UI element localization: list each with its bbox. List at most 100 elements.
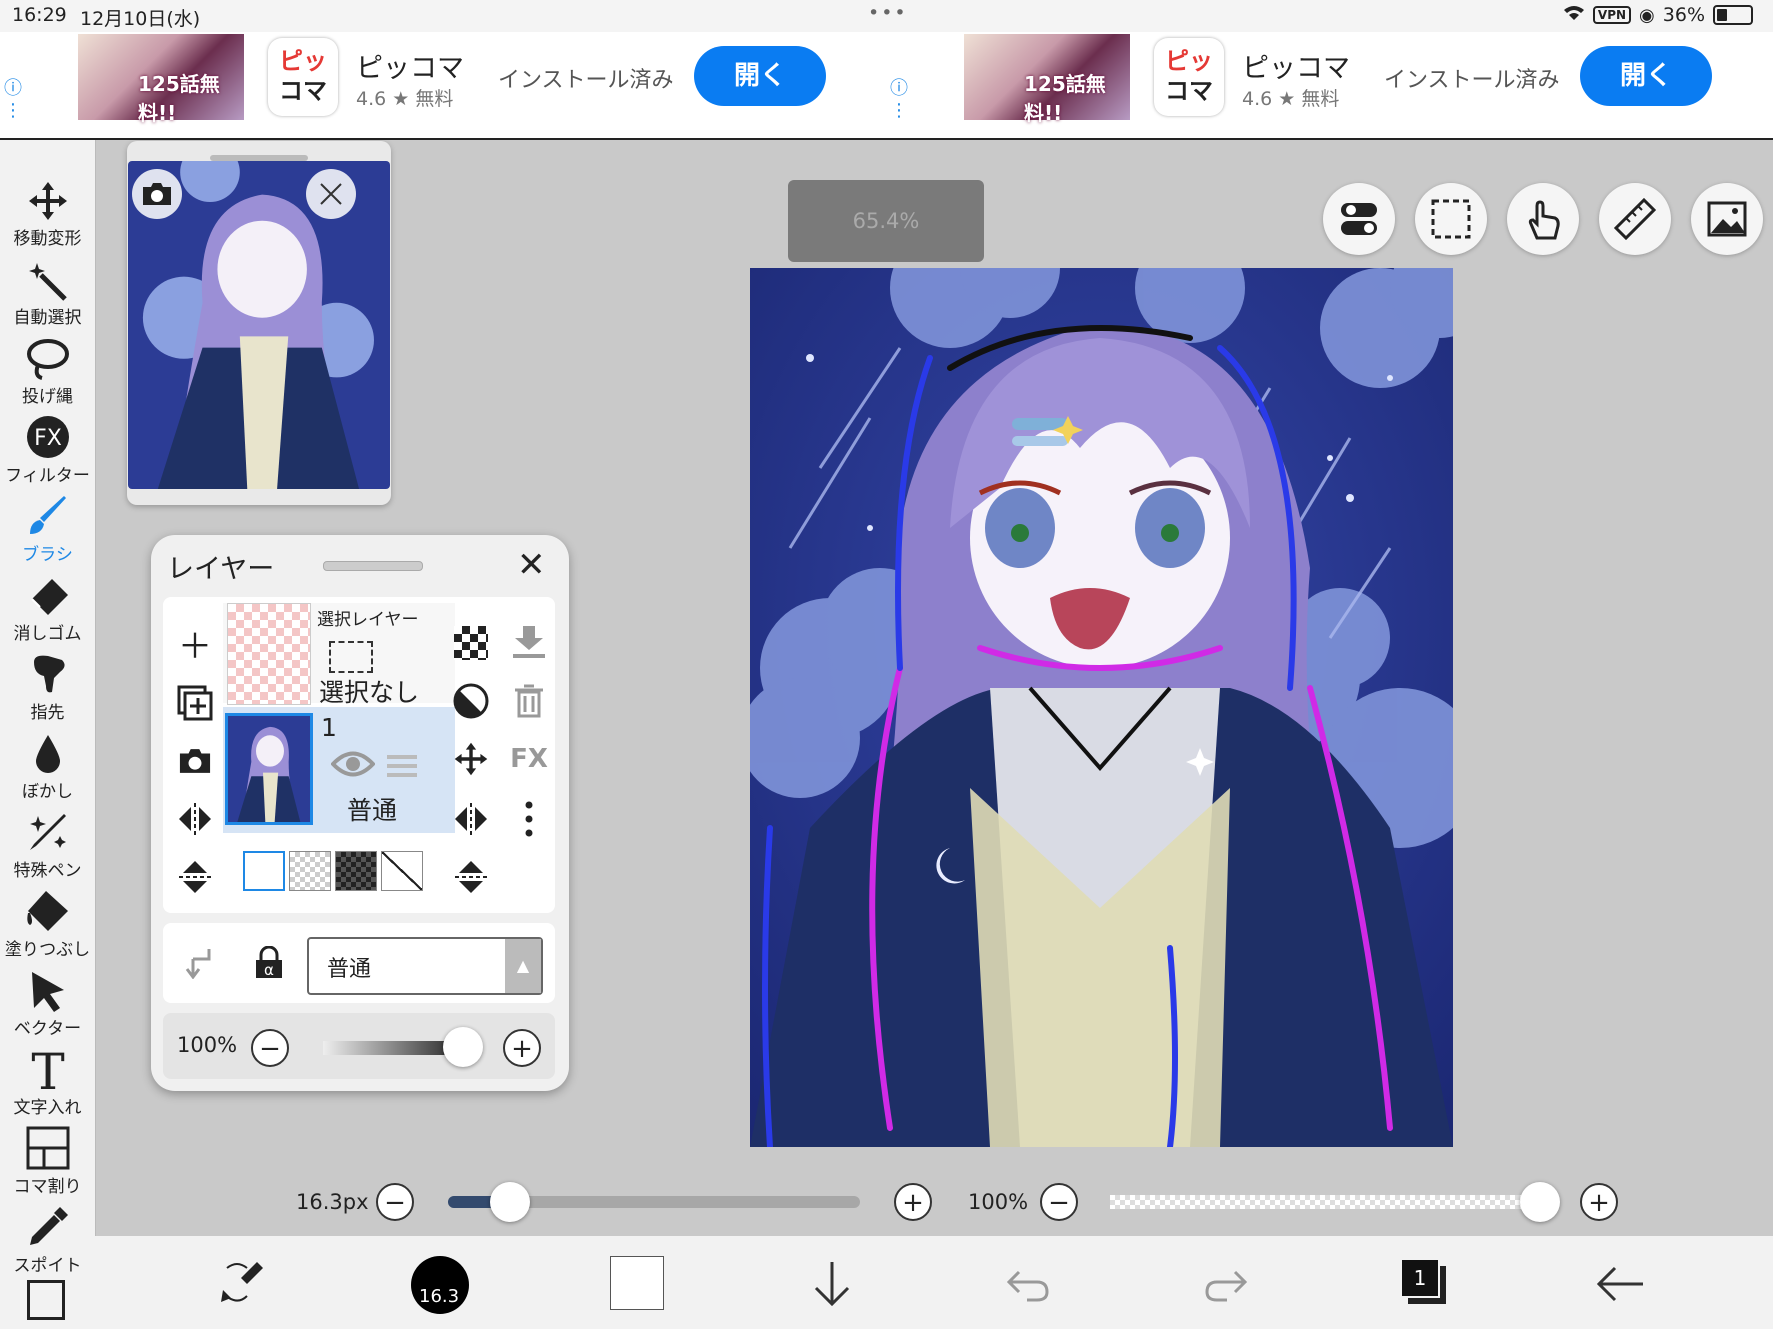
background-none-option[interactable] [381,851,423,891]
tool-vector[interactable]: ベクター [0,968,95,1046]
multitasking-dots-icon[interactable]: ••• [868,2,908,24]
brush-opacity-increase-button[interactable]: + [1580,1183,1618,1221]
close-thumbnail-button[interactable] [306,169,356,219]
download-arrow-button[interactable] [812,1260,852,1310]
layer-row-1[interactable]: 1 普通 [223,707,455,833]
ad-open-button[interactable]: 開く [694,46,826,106]
tool-eyedropper[interactable]: スポイト [0,1205,95,1283]
info-icon[interactable]: ⓘ ⋮ [890,74,908,121]
background-white-option[interactable] [243,851,285,891]
ad-unit[interactable]: ⓘ ⋮ 125話無料!! ピッ コマ ピッコマ 4.6 ★ 無料 インストール済み … [0,32,886,138]
clip-arrow-icon[interactable] [173,937,225,989]
redo-icon [1205,1270,1248,1302]
piccoma-app-icon[interactable]: ピッ コマ [268,38,338,116]
checkerboard-icon[interactable] [445,617,497,669]
image-material-button[interactable] [1691,183,1763,255]
tool-finger[interactable]: 指先 [0,652,95,730]
ruler-icon [1614,198,1656,240]
redo-button[interactable] [1205,1270,1248,1306]
vpn-badge: VPN [1592,6,1632,24]
opacity-decrease-button[interactable]: − [251,1029,289,1067]
back-button[interactable] [1596,1266,1645,1306]
brush-size-knob[interactable] [489,1182,530,1222]
info-icon[interactable]: ⓘ ⋮ [4,74,22,121]
tool-special-pen[interactable]: 特殊ペン [0,810,95,888]
drag-handle[interactable] [323,561,423,571]
background-transparent-dark-option[interactable] [335,851,377,891]
tool-move-transform[interactable]: 移動変形 [0,178,95,256]
touch-gesture-button[interactable] [1507,183,1579,255]
add-layer-icon[interactable]: ＋ [169,617,221,669]
tool-more-icon[interactable] [27,1280,65,1320]
brush-opacity-knob[interactable] [1520,1182,1560,1222]
tool-blur[interactable]: ぼかし [0,731,95,809]
tool-fill[interactable]: 塗りつぶし [0,889,95,967]
flip-horizontal-icon[interactable] [169,793,221,845]
brush-size-preview[interactable]: 16.3 [411,1256,469,1314]
thumbnail-preview[interactable] [127,141,391,505]
tool-eraser[interactable]: 消しゴム [0,573,95,651]
background-transparent-light-option[interactable] [289,851,331,891]
toggle-icon [1341,203,1377,235]
opacity-increase-button[interactable]: + [503,1029,541,1067]
tool-lasso[interactable]: 投げ縄 [0,336,95,414]
close-icon[interactable]: ✕ [517,545,546,585]
clipping-icon[interactable] [445,675,497,727]
color-swatch[interactable] [610,1256,664,1310]
finger-icon [33,655,65,693]
layer-number: 1 [321,713,337,742]
duplicate-layer-icon[interactable] [169,677,221,729]
drag-reorder-icon[interactable] [387,755,417,777]
swap-brush-eraser-icon [221,1262,263,1302]
flip-vertical-icon[interactable] [169,851,221,903]
merge-down-icon[interactable] [503,617,555,669]
ruler-button[interactable] [1599,183,1671,255]
move-layer-icon[interactable] [445,733,497,785]
tool-label: フィルター [5,466,90,486]
ad-unit[interactable]: ⓘ ⋮ 125話無料!! ピッ コマ ピッコマ 4.6 ★ 無料 インストール済み … [886,32,1772,138]
alpha-lock-icon[interactable]: α [243,937,295,989]
ad-open-button[interactable]: 開く [1580,46,1712,106]
undo-icon [1006,1270,1049,1302]
layer-fx-button[interactable]: FX [503,733,555,785]
battery-percent: 36% [1662,4,1705,26]
brush-size-decrease-button[interactable]: − [376,1183,414,1221]
layer-opacity-slider[interactable] [323,1041,463,1055]
zoom-indicator: 65.4% [788,180,984,262]
ad-banner-image[interactable]: 125話無料!! [78,34,244,125]
tool-text[interactable]: T 文字入れ [0,1045,95,1125]
ad-banner-text: 125話無料!! [138,72,220,125]
svg-text:α: α [264,961,274,979]
camera-button[interactable] [132,169,182,219]
swap-tool-button[interactable] [217,1258,267,1310]
undo-button[interactable] [1006,1270,1049,1306]
magic-wand-icon [28,263,67,301]
layer-opacity-knob[interactable] [443,1027,483,1067]
drawing-canvas[interactable] [750,268,1453,1147]
settings-toggle-button[interactable] [1323,183,1395,255]
selection-layer-row[interactable]: 選択レイヤー 選択なし [223,603,455,707]
flip-layer-vertical-icon[interactable] [445,851,497,903]
piccoma-app-icon[interactable]: ピッ コマ [1154,38,1224,116]
eye-icon[interactable] [330,749,376,783]
tool-panel-divide[interactable]: コマ割り [0,1126,95,1204]
tool-filter[interactable]: FX フィルター [0,415,95,493]
more-options-icon[interactable] [503,793,555,845]
status-date: 12月10日(水) [80,8,201,30]
lasso-icon [26,339,69,380]
blend-mode-select[interactable]: 普通 ▲ [307,937,543,995]
blur-icon [35,735,60,773]
tool-auto-select[interactable]: 自動選択 [0,257,95,335]
layer-thumbnail [225,713,313,825]
camera-icon[interactable] [169,735,221,787]
ad-banner-image[interactable]: 125話無料!! [964,34,1130,125]
flip-layer-horizontal-icon[interactable] [445,793,497,845]
brush-size-increase-button[interactable]: + [894,1183,932,1221]
layers-button[interactable]: 1 [1400,1258,1448,1306]
brush-opacity-decrease-button[interactable]: − [1040,1183,1078,1221]
layer-opacity-value: 100% [177,1033,238,1057]
trash-icon[interactable] [503,675,555,727]
tool-brush[interactable]: ブラシ [0,494,95,572]
brush-opacity-slider[interactable] [1110,1195,1540,1209]
selection-button[interactable] [1415,183,1487,255]
